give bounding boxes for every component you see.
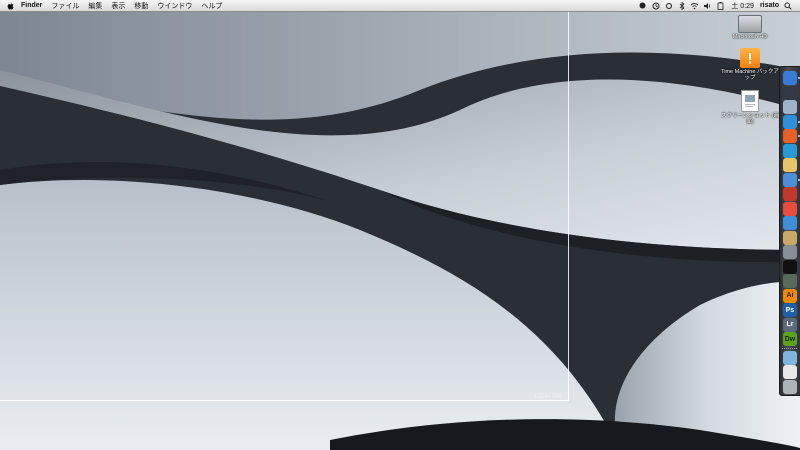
desktop-icon-label: Time Machine バックアップ — [721, 69, 779, 81]
applications-folder-icon[interactable] — [783, 350, 797, 365]
activity-monitor-icon[interactable] — [783, 274, 797, 288]
menu-file[interactable]: ファイル — [51, 1, 79, 11]
photoshop-icon[interactable]: Ps — [783, 303, 797, 317]
resolution-guide-vertical — [568, 0, 569, 400]
resolution-guide-label: 1024×768 — [534, 394, 561, 400]
sync-icon[interactable] — [664, 1, 673, 10]
dock-separator — [782, 347, 798, 349]
app-menu-finder[interactable]: Finder — [21, 2, 42, 9]
globe-icon[interactable] — [783, 143, 797, 158]
lightroom-icon[interactable]: Lr — [783, 317, 797, 332]
firefox-icon[interactable] — [783, 129, 797, 143]
safari-icon[interactable] — [783, 114, 797, 129]
script-editor-icon[interactable] — [783, 230, 797, 245]
menu-window[interactable]: ウインドウ — [157, 1, 192, 11]
photo-booth-icon[interactable] — [783, 187, 797, 201]
desktop-icon-label: Macintosh HD — [732, 34, 768, 40]
time-machine-icon — [740, 48, 760, 68]
document-icon — [741, 90, 759, 112]
calendar-icon[interactable] — [783, 201, 797, 216]
menu-go[interactable]: 移動 — [134, 1, 148, 11]
preview-icon[interactable] — [783, 245, 797, 259]
dock: Ai Ps Lr Dw — [779, 66, 800, 396]
terminal-icon[interactable] — [783, 259, 797, 274]
bluetooth-icon[interactable] — [677, 1, 686, 10]
battery-icon[interactable] — [716, 1, 725, 10]
notes-icon[interactable] — [783, 158, 797, 172]
menu-help[interactable]: ヘルプ — [201, 1, 222, 11]
desktop-wallpaper — [0, 0, 800, 450]
documents-stack-icon[interactable] — [783, 365, 797, 379]
trash-icon[interactable] — [783, 379, 797, 394]
mail-icon[interactable] — [783, 100, 797, 114]
desktop-icon-macintosh-hd[interactable]: Macintosh HD — [720, 15, 780, 40]
menu-edit[interactable]: 編集 — [88, 1, 102, 11]
spotlight-icon[interactable] — [783, 1, 792, 10]
dreamweaver-icon[interactable]: Dw — [783, 332, 797, 346]
finder-icon[interactable] — [783, 71, 797, 85]
status-area: 土 0:29 risato — [634, 1, 792, 11]
time-machine-status-icon[interactable] — [651, 1, 660, 10]
desktop-icon-label: スクリーンショット (画面) — [720, 113, 780, 125]
itunes-icon[interactable] — [783, 172, 797, 187]
desktop-icon-screenshot[interactable]: スクリーンショット (画面) — [720, 90, 780, 125]
xcode-icon[interactable] — [783, 216, 797, 230]
dashboard-icon[interactable] — [783, 85, 797, 100]
desktop-icon-time-machine[interactable]: Time Machine バックアップ — [720, 48, 780, 81]
volume-icon[interactable] — [703, 1, 712, 10]
menubar-user[interactable]: risato — [760, 2, 779, 9]
hard-drive-icon — [738, 15, 762, 33]
wifi-icon[interactable] — [690, 1, 699, 10]
apple-menu-icon[interactable] — [6, 1, 15, 10]
illustrator-icon[interactable]: Ai — [783, 288, 797, 303]
menubar-clock[interactable]: 土 0:29 — [731, 1, 754, 11]
menu-view[interactable]: 表示 — [111, 1, 125, 11]
menu-bar: Finder ファイル 編集 表示 移動 ウインドウ ヘルプ 土 0:29 ri… — [0, 0, 800, 12]
record-icon[interactable] — [638, 1, 647, 10]
resolution-guide-horizontal — [0, 400, 569, 401]
